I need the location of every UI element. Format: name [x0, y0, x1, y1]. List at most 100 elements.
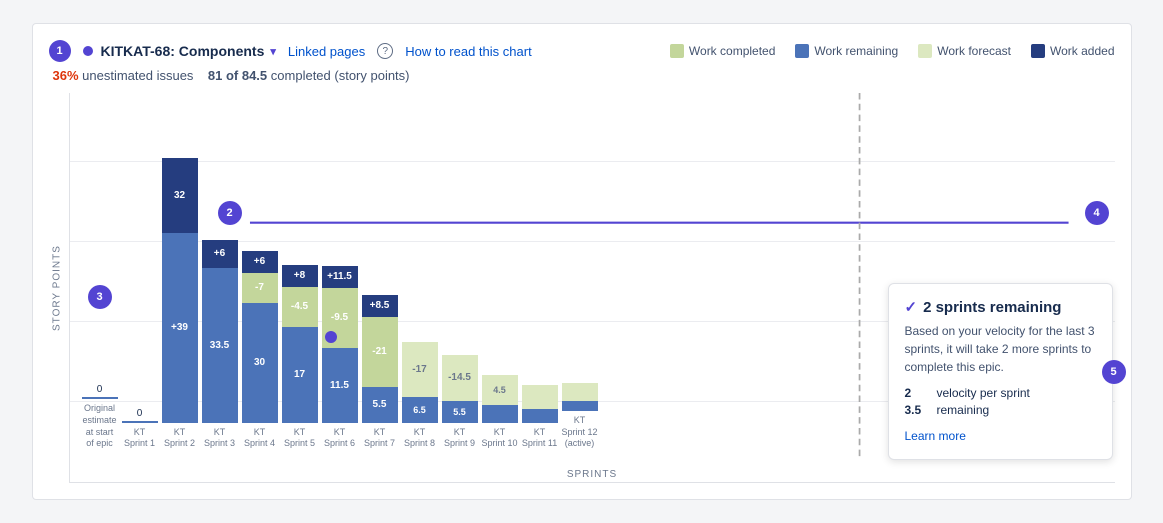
bar-label-sprint4-x: KTSprint 4 [244, 427, 275, 450]
header-row: 1 KITKAT-68: Components ▾ Linked pages ?… [49, 40, 1115, 62]
legend-added: Work added [1031, 44, 1114, 58]
legend-remaining: Work remaining [795, 44, 898, 58]
annotation-dot-sprint4 [325, 331, 337, 343]
tooltip-stat-velocity-num: 2 [905, 386, 929, 400]
learn-more-link[interactable]: Learn more [905, 429, 966, 443]
bar-seg-original [82, 397, 118, 399]
bar-label-sprint7: 5.5 [373, 399, 387, 410]
legend-forecast-label: Work forecast [937, 44, 1011, 58]
tooltip-stat-remaining: 3.5 remaining [905, 403, 1096, 417]
bar-label-sprint10: 4.5 [493, 385, 506, 395]
chart-main: 0 Originalestimateat startof epic 0 KTSp… [69, 93, 1115, 483]
chart-area: STORY POINTS 0 [49, 93, 1115, 483]
bar-label-sprint5-neg: -4.5 [291, 301, 308, 312]
badge-2: 2 [218, 201, 242, 225]
bar-label-sprint5-added: +8 [294, 270, 305, 281]
bar-remaining-sprint6: 11.5 [322, 348, 358, 423]
stats-percent-label: unestimated issues [82, 68, 193, 83]
legend-added-box [1031, 44, 1045, 58]
tooltip-stats: 2 velocity per sprint 3.5 remaining [905, 386, 1096, 417]
bar-remaining-sprint8: 6.5 [402, 397, 438, 423]
bar-forecast-sprint10: 4.5 [482, 375, 518, 405]
legend-completed: Work completed [670, 44, 775, 58]
bar-label-sprint2: KTSprint 2 [164, 427, 195, 450]
bar-group-sprint4: 30 -7 +6 KTSprint 4 [242, 303, 278, 450]
stats-completed: 81 of 84.5 [208, 68, 267, 83]
legend-added-label: Work added [1050, 44, 1114, 58]
bar-added-sprint4: +6 [242, 251, 278, 273]
dropdown-arrow-icon[interactable]: ▾ [270, 45, 276, 58]
help-icon[interactable]: ? [377, 43, 393, 59]
bar-group-sprint10: 4.5 KTSprint 10 [482, 405, 518, 450]
bar-label-sprint5-x: KTSprint 5 [284, 427, 315, 450]
chart-container: 1 KITKAT-68: Components ▾ Linked pages ?… [32, 23, 1132, 500]
bar-label-sprint3: 33.5 [210, 340, 229, 351]
bar-remaining-sprint11 [522, 409, 558, 423]
bar-seg-sprint1 [122, 421, 158, 423]
bar-group-sprint12: KTSprint 12(active) [562, 401, 598, 450]
bar-group-sprint7: 5.5 -21 +8.5 KTSprint 7 [362, 387, 398, 450]
bar-added-sprint2: 32 [162, 158, 198, 233]
bar-remaining-sprint5: 17 [282, 327, 318, 423]
y-axis-label: STORY POINTS [49, 93, 65, 483]
epic-title-text: KITKAT-68: Components [101, 43, 265, 59]
legend-forecast-box [918, 44, 932, 58]
stats-completed-label: completed (story points) [271, 68, 410, 83]
bar-label-sprint3-x: KTSprint 3 [204, 427, 235, 450]
badge-1: 1 [49, 40, 71, 62]
bar-group-sprint1: 0 KTSprint 1 [122, 408, 158, 450]
bar-label-sprint4: 30 [254, 357, 265, 368]
bar-label-sprint2-plus: +39 [171, 322, 188, 333]
bar-label-sprint6-x: KTSprint 6 [324, 427, 355, 450]
bar-added-sprint6: +11.5 [322, 266, 358, 288]
bar-top-1: 0 [137, 408, 143, 419]
bar-added-sprint3: +6 [202, 240, 238, 268]
bar-label-sprint9: 5.5 [453, 407, 466, 417]
bar-label-sprint1: KTSprint 1 [124, 427, 155, 450]
bar-label-sprint5: 17 [294, 369, 305, 380]
bar-remaining-sprint10 [482, 405, 518, 423]
bar-forecast-sprint11 [522, 385, 558, 409]
badge-5: 5 [1102, 360, 1126, 384]
tooltip-box: ✓ 2 sprints remaining Based on your velo… [888, 283, 1113, 460]
bar-label-sprint9-neg: -14.5 [448, 372, 471, 383]
bar-remaining-sprint7: 5.5 [362, 387, 398, 423]
bar-remaining-sprint9: 5.5 [442, 401, 478, 423]
checkmark-icon: ✓ [905, 298, 918, 316]
bar-label-sprint8-x: KTSprint 8 [404, 427, 435, 450]
bar-group-sprint11: KTSprint 11 [522, 409, 558, 450]
bar-forecast-sprint8: -17 [402, 342, 438, 397]
bar-label-sprint2-added: 32 [174, 190, 185, 201]
bar-label-sprint8: 6.5 [413, 405, 426, 415]
bar-group-sprint8: 6.5 -17 KTSprint 8 [402, 397, 438, 450]
legend-completed-box [670, 44, 684, 58]
bar-remaining-sprint12 [562, 401, 598, 411]
tooltip-description: Based on your velocity for the last 3 sp… [905, 322, 1096, 376]
bar-remaining-sprint4: 30 [242, 303, 278, 423]
sprints-footer: SPRINTS [567, 469, 617, 480]
bar-remaining-sprint3: 33.5 [202, 268, 238, 423]
badge-3: 3 [88, 285, 112, 309]
bar-label-sprint8-neg: -17 [412, 364, 426, 375]
bar-label-sprint12-x: KTSprint 12(active) [562, 415, 598, 450]
bar-label-sprint6-added: +11.5 [327, 271, 352, 282]
tooltip-title: ✓ 2 sprints remaining [905, 298, 1096, 316]
tooltip-stat-velocity-label: velocity per sprint [937, 386, 1030, 400]
bar-remaining-sprint2: +39 [162, 233, 198, 423]
bar-label-sprint7-added: +8.5 [370, 300, 390, 311]
bar-label-sprint7-neg: -21 [372, 346, 386, 357]
bar-label-sprint4-neg: -7 [255, 282, 264, 293]
tooltip-stat-remaining-label: remaining [937, 403, 990, 417]
bar-group-sprint3: 33.5 +6 KTSprint 3 [202, 268, 238, 450]
bar-top-0: 0 [97, 384, 103, 395]
legend-remaining-box [795, 44, 809, 58]
how-to-link[interactable]: How to read this chart [405, 44, 531, 59]
linked-pages-link[interactable]: Linked pages [288, 44, 365, 59]
legend-forecast: Work forecast [918, 44, 1011, 58]
tooltip-stat-velocity: 2 velocity per sprint [905, 386, 1096, 400]
bar-label-original: Originalestimateat startof epic [82, 403, 116, 450]
bar-completed-sprint7: -21 [362, 317, 398, 387]
bar-label-sprint10-x: KTSprint 10 [482, 427, 518, 450]
bar-forecast-sprint12 [562, 383, 598, 401]
tooltip-title-text: 2 sprints remaining [923, 299, 1061, 316]
